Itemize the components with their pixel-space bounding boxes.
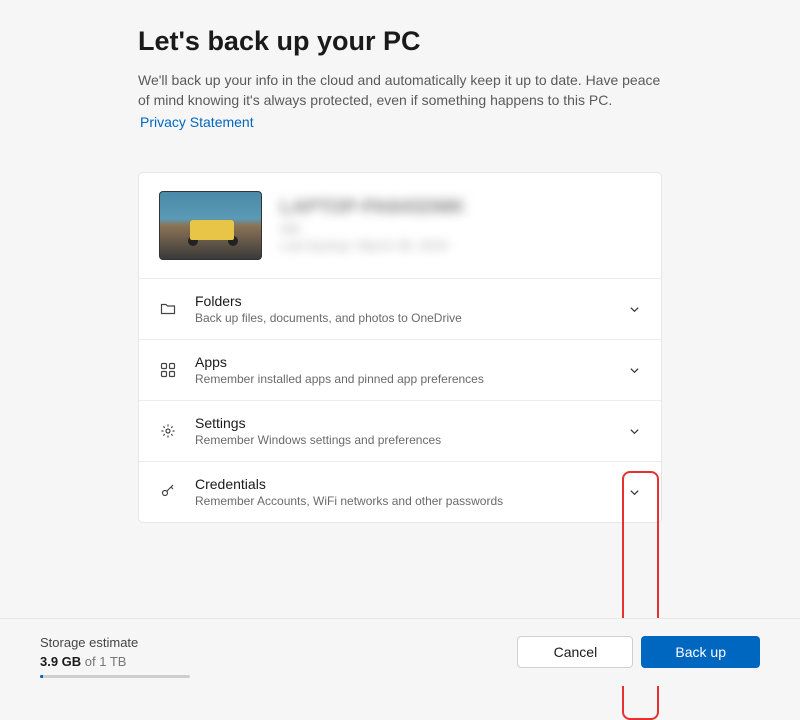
storage-progress-bar [40,675,190,678]
chevron-down-icon [627,302,641,316]
section-description: Remember Accounts, WiFi networks and oth… [195,494,609,508]
storage-progress-fill [40,675,43,678]
cancel-button[interactable]: Cancel [517,636,633,668]
folder-icon [159,300,177,318]
privacy-statement-link[interactable]: Privacy Statement [140,114,254,130]
page-title: Let's back up your PC [138,26,662,57]
section-apps[interactable]: Apps Remember installed apps and pinned … [139,339,661,400]
device-status: Idle [280,221,641,238]
page-description: We'll back up your info in the cloud and… [138,71,662,110]
storage-total: of 1 TB [81,654,126,669]
section-settings[interactable]: Settings Remember Windows settings and p… [139,400,661,461]
storage-used: 3.9 GB [40,654,81,669]
section-description: Remember Windows settings and preference… [195,433,609,447]
gear-icon [159,422,177,440]
section-title: Apps [195,354,609,370]
section-title: Credentials [195,476,609,492]
backup-button[interactable]: Back up [641,636,760,668]
key-icon [159,483,177,501]
chevron-down-icon [627,485,641,499]
section-title: Folders [195,293,609,309]
device-thumbnail [159,191,262,260]
footer-bar: Storage estimate 3.9 GB of 1 TB Cancel B… [0,618,800,686]
apps-icon [159,361,177,379]
device-last-backup: Last backup: March 28, 2024 [280,238,641,255]
backup-card: LAPTOP-PA84SDMK Idle Last backup: March … [138,172,662,523]
storage-estimate: Storage estimate 3.9 GB of 1 TB [40,635,190,678]
chevron-down-icon [627,424,641,438]
storage-label: Storage estimate [40,635,190,650]
section-description: Remember installed apps and pinned app p… [195,372,609,386]
section-credentials[interactable]: Credentials Remember Accounts, WiFi netw… [139,461,661,522]
device-info: LAPTOP-PA84SDMK Idle Last backup: March … [280,197,641,255]
section-description: Back up files, documents, and photos to … [195,311,609,325]
section-folders[interactable]: Folders Back up files, documents, and ph… [139,278,661,339]
section-title: Settings [195,415,609,431]
device-header: LAPTOP-PA84SDMK Idle Last backup: March … [139,173,661,278]
chevron-down-icon [627,363,641,377]
device-name: LAPTOP-PA84SDMK [280,197,641,219]
